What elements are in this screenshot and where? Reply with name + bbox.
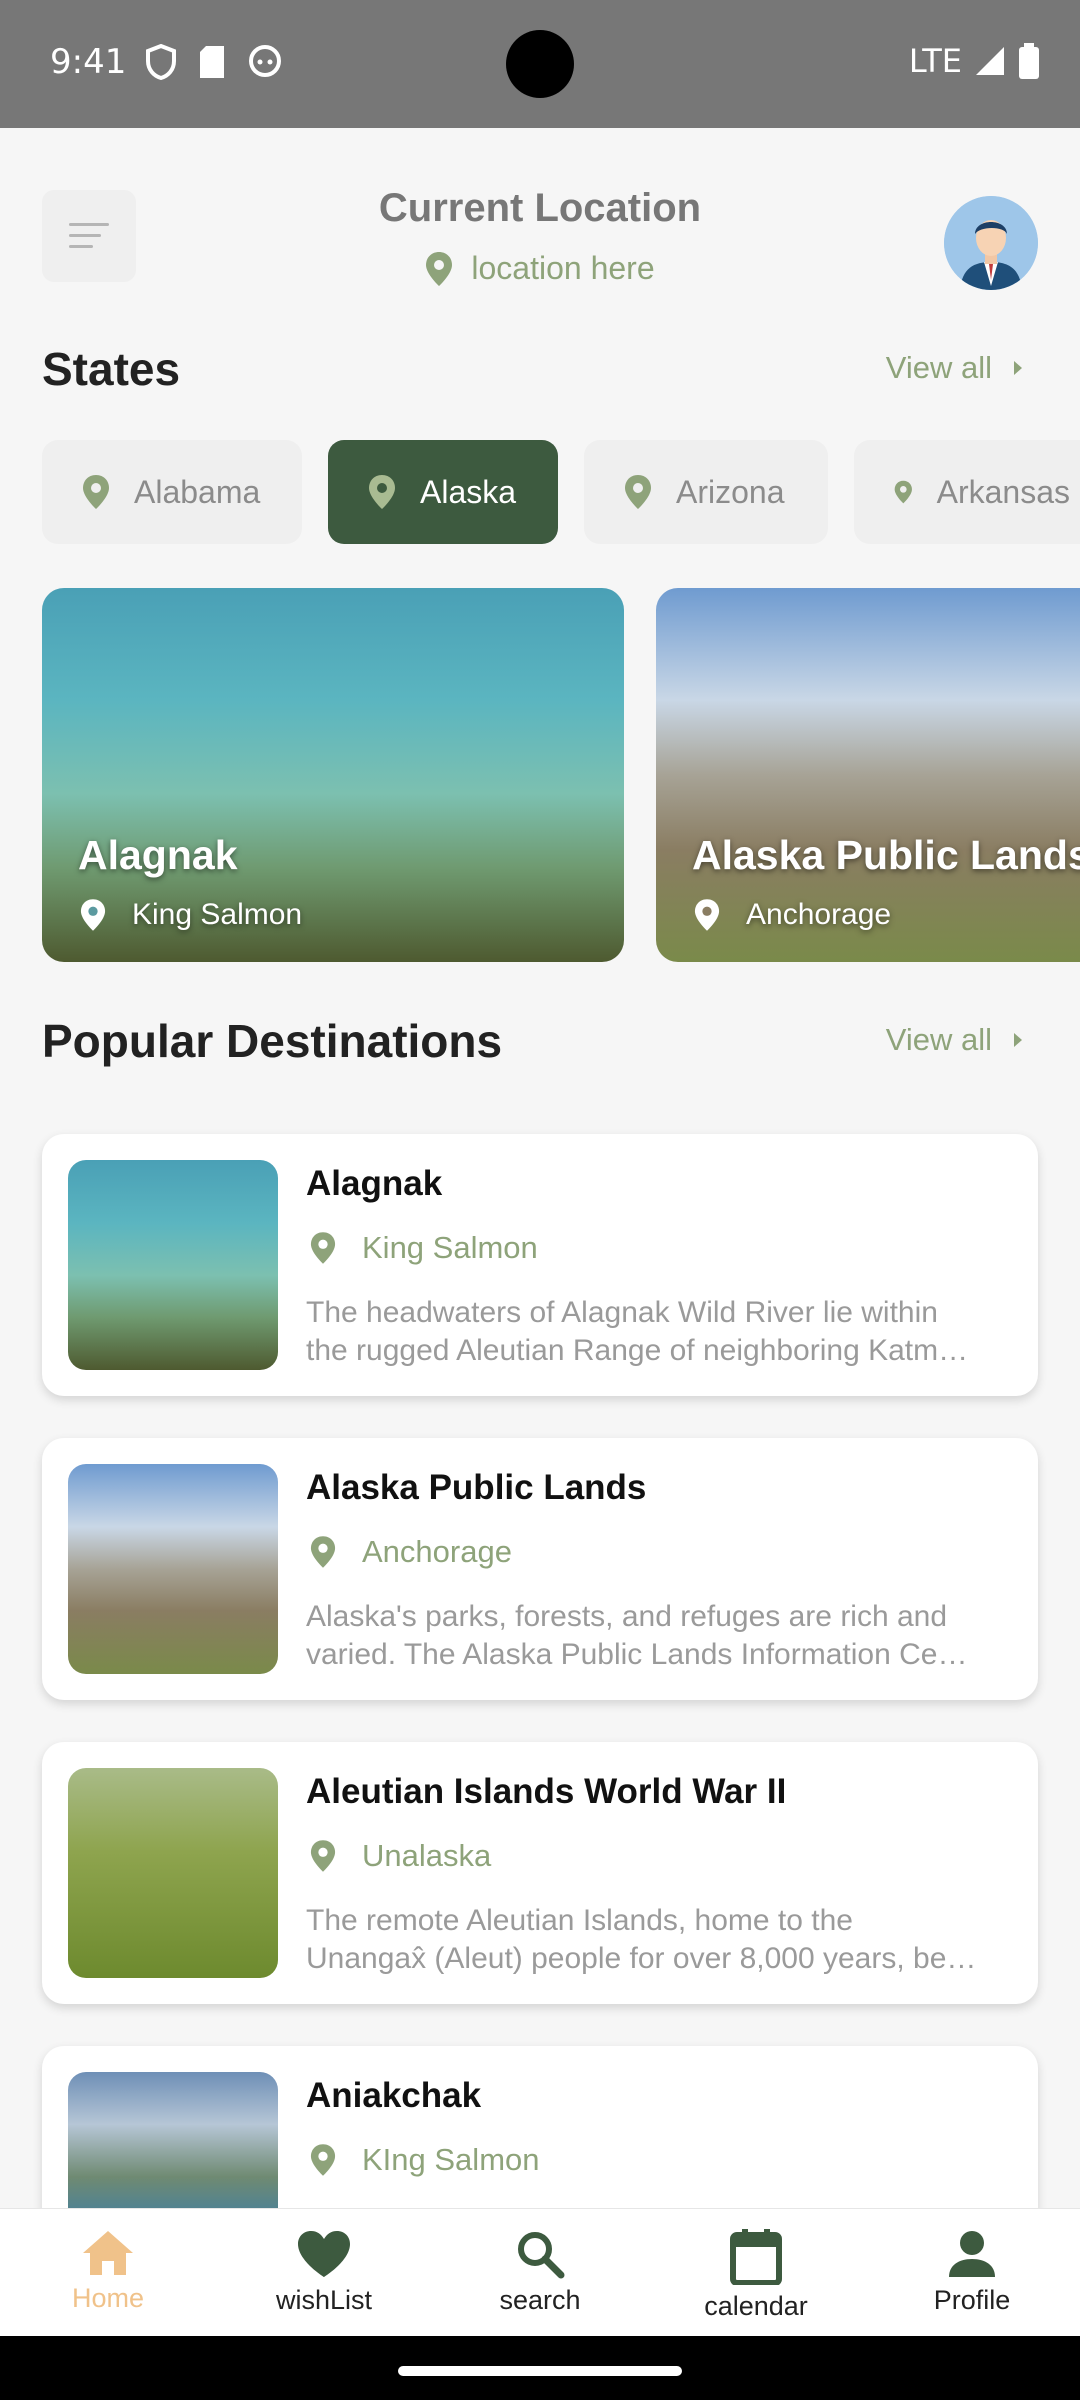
destination-description: The remote Aleutian Islands, home to the… <box>306 1904 977 1975</box>
park-card-title: Alaska Public Lands <box>692 832 1080 878</box>
nav-search[interactable]: search <box>432 2209 648 2336</box>
state-chip-alaska[interactable]: Alaska <box>328 440 558 544</box>
nav-home[interactable]: Home <box>0 2209 216 2336</box>
destination-description: Alaska's parks, forests, and refuges are… <box>306 1600 968 1671</box>
park-card-alagnak[interactable]: Alagnak King Salmon <box>42 588 624 962</box>
park-card-title: Alagnak <box>78 832 238 878</box>
states-title: States <box>42 343 181 395</box>
nav-label: calendar <box>704 2291 808 2321</box>
location-pin-icon <box>894 480 912 504</box>
popular-destinations-title: Popular Destinations <box>42 1015 503 1067</box>
current-location-text: location here <box>471 250 655 286</box>
location-pin-icon <box>310 1232 336 1264</box>
nav-label: Home <box>71 2283 145 2313</box>
location-pin-icon <box>83 475 109 509</box>
states-chip-list: Alabama Alaska Arizona Arkansas <box>42 440 1080 544</box>
nav-label: search <box>499 2285 581 2315</box>
destination-card-alaska-public-lands[interactable]: Alaska Public Lands Anchorage Alaska's p… <box>42 1438 1038 1700</box>
calendar-icon <box>730 2229 782 2285</box>
android-icon <box>249 45 281 77</box>
destination-card-alagnak[interactable]: Alagnak King Salmon The headwaters of Al… <box>42 1134 1038 1396</box>
location-pin-icon <box>310 2144 336 2176</box>
nav-calendar[interactable]: calendar <box>648 2209 864 2336</box>
current-location[interactable]: location here <box>0 250 1080 287</box>
current-location-title: Current Location <box>378 186 702 230</box>
location-pin-icon <box>625 475 651 509</box>
park-card-location: King Salmon <box>132 898 303 931</box>
heart-icon <box>298 2231 350 2277</box>
destination-name: Aleutian Islands World War II <box>306 1772 787 1811</box>
status-time: 9:41 <box>50 42 127 82</box>
user-avatar-icon <box>944 196 1038 290</box>
bottom-nav: Home wishList search calendar Profile <box>0 2208 1080 2336</box>
location-pin-icon <box>426 251 453 286</box>
sd-card-icon <box>200 46 224 78</box>
home-icon <box>83 2231 133 2275</box>
signal-icon <box>976 47 1004 75</box>
search-icon <box>518 2232 565 2279</box>
nav-label: wishList <box>275 2285 373 2315</box>
destination-description: The headwaters of Alagnak Wild River lie… <box>306 1296 969 1367</box>
chip-label: Alaska <box>420 473 517 510</box>
network-label: LTE <box>908 42 962 80</box>
camera-cutout <box>506 30 574 98</box>
destination-name: Aniakchak <box>306 2076 482 2115</box>
destination-name: Alaska Public Lands <box>306 1468 647 1507</box>
destination-thumbnail <box>68 1464 278 1674</box>
nav-wishlist[interactable]: wishList <box>216 2209 432 2336</box>
nav-profile[interactable]: Profile <box>864 2209 1080 2336</box>
person-icon <box>949 2231 995 2277</box>
destination-location: KIng Salmon <box>362 2142 540 2177</box>
caret-right-icon <box>1014 361 1022 375</box>
shield-icon <box>146 44 176 80</box>
nav-label: Profile <box>933 2285 1011 2315</box>
destination-card-aleutian-islands[interactable]: Aleutian Islands World War II Unalaska T… <box>42 1742 1038 2004</box>
destination-location: King Salmon <box>362 1230 538 1265</box>
destination-location: Anchorage <box>362 1534 512 1569</box>
avatar[interactable] <box>944 196 1038 290</box>
park-card-location: Anchorage <box>746 898 892 931</box>
state-chip-arizona[interactable]: Arizona <box>584 440 828 544</box>
chip-label: Alabama <box>134 473 261 510</box>
destination-name: Alagnak <box>306 1164 443 1203</box>
location-pin-icon <box>694 899 720 931</box>
park-card-alaska-public-lands[interactable]: Alaska Public Lands Anchorage <box>656 588 1080 962</box>
popular-view-all-button[interactable]: View all <box>886 1022 1024 1058</box>
battery-icon <box>1019 43 1039 79</box>
view-all-label: View all <box>885 350 992 385</box>
state-chip-arkansas[interactable]: Arkansas <box>854 440 1080 544</box>
location-pin-icon <box>369 475 395 509</box>
location-pin-icon <box>310 1536 336 1568</box>
status-bar: 9:41 LTE <box>0 0 1080 128</box>
chip-label: Arkansas <box>936 473 1070 510</box>
destination-thumbnail <box>68 1160 278 1370</box>
destination-thumbnail <box>68 1768 278 1978</box>
caret-right-icon <box>1014 1033 1022 1047</box>
view-all-label: View all <box>885 1022 992 1057</box>
states-view-all-button[interactable]: View all <box>886 350 1024 386</box>
destination-location: Unalaska <box>362 1838 492 1873</box>
location-pin-icon <box>310 1840 336 1872</box>
chip-label: Arizona <box>676 473 785 510</box>
location-pin-icon <box>80 899 106 931</box>
home-gesture-bar[interactable] <box>398 2366 682 2376</box>
state-chip-alabama[interactable]: Alabama <box>42 440 302 544</box>
